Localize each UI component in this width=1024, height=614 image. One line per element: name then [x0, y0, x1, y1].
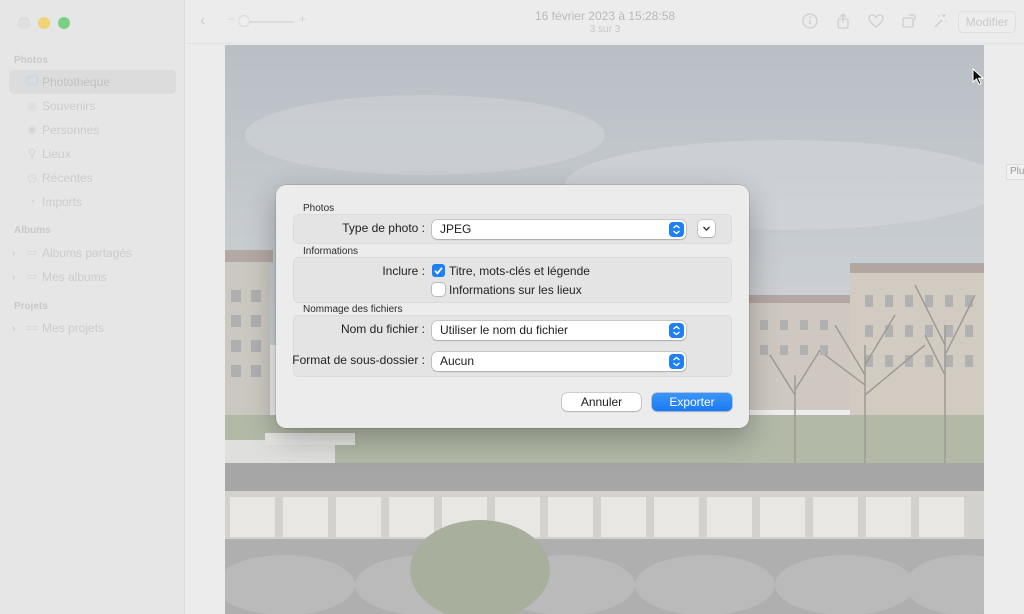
- filename-label: Nom du fichier :: [340, 322, 425, 336]
- popup-arrows-icon: [669, 323, 684, 338]
- naming-section-title: Nommage des fichiers: [303, 304, 403, 315]
- photo-type-label: Type de photo :: [342, 221, 425, 235]
- export-button[interactable]: Exporter: [652, 393, 732, 411]
- include-location-checkbox[interactable]: [432, 283, 445, 296]
- include-location-label[interactable]: Informations sur les lieux: [449, 283, 582, 297]
- mouse-cursor-icon: [972, 68, 984, 86]
- photos-section-title: Photos: [303, 203, 335, 214]
- subfolder-popup[interactable]: Aucun: [432, 352, 686, 371]
- popup-arrows-icon: [669, 222, 684, 237]
- export-dialog: Photos Type de photo : JPEG Informations…: [276, 185, 749, 428]
- filename-popup[interactable]: Utiliser le nom du fichier: [432, 321, 686, 340]
- include-title-checkbox[interactable]: [432, 264, 445, 277]
- checkmark-icon: [434, 267, 443, 275]
- subfolder-label: Format de sous-dossier :: [292, 353, 425, 367]
- include-title-label[interactable]: Titre, mots-clés et légende: [449, 264, 590, 278]
- popup-arrows-icon: [669, 354, 684, 369]
- photo-type-popup[interactable]: JPEG: [432, 220, 686, 239]
- disclosure-button[interactable]: [698, 220, 715, 237]
- include-label: Inclure :: [382, 264, 425, 278]
- cancel-button[interactable]: Annuler: [562, 393, 641, 411]
- info-section-title: Informations: [303, 246, 359, 257]
- filename-value: Utiliser le nom du fichier: [440, 323, 569, 337]
- subfolder-value: Aucun: [440, 354, 475, 368]
- chevron-down-icon: [703, 226, 710, 231]
- photo-type-value: JPEG: [440, 222, 472, 236]
